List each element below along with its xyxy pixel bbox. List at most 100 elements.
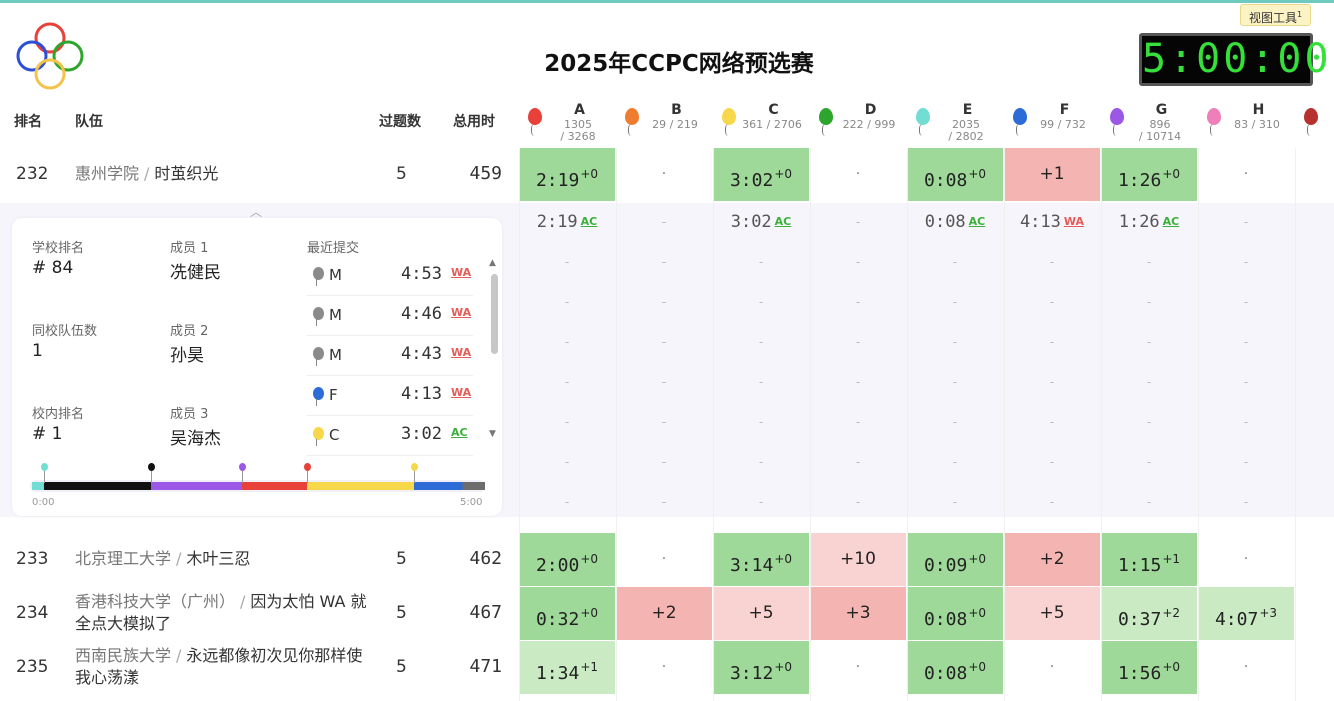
empty-placeholder: - <box>758 455 764 469</box>
empty-placeholder: - <box>1146 455 1152 469</box>
result-cell[interactable]: +3 <box>810 587 906 640</box>
problem-stat: 83 / 310 <box>1234 118 1280 131</box>
balloon-string-icon <box>1016 124 1024 136</box>
result-cell[interactable]: 0:09+0 <box>907 533 1003 586</box>
result-cell[interactable]: 1:34+1 <box>519 641 615 694</box>
timeline-pin-line <box>44 471 46 483</box>
balloon-string-icon <box>1210 124 1218 136</box>
detail-submission: 0:08 AC <box>907 202 1003 242</box>
header-solved[interactable]: 过题数 <box>379 100 421 146</box>
result-cell[interactable]: 0:08+0 <box>907 148 1003 201</box>
detail-verdict: AC <box>968 215 986 228</box>
result-cell[interactable]: 1:26+0 <box>1101 148 1197 201</box>
result-cell[interactable]: +10 <box>810 533 906 586</box>
scroll-down-arrow-icon[interactable]: ▼ <box>489 429 496 439</box>
solve-time: 1:15 <box>1117 555 1162 576</box>
header-penalty[interactable]: 总用时 <box>453 100 495 146</box>
empty-placeholder: - <box>1049 375 1055 389</box>
result-cell[interactable]: 2:19+0 <box>519 148 615 201</box>
timeline-balloon-icon <box>411 463 419 471</box>
try-count: +0 <box>968 552 987 566</box>
balloon-string-icon <box>822 124 830 136</box>
submissions-scrollbar[interactable] <box>491 274 498 354</box>
result-cell[interactable]: +1 <box>1004 148 1100 201</box>
submission-item[interactable]: M 4:53 WA <box>307 256 473 296</box>
result-cell[interactable]: +5 <box>713 587 809 640</box>
attempt-count: · <box>661 659 667 675</box>
submission-item[interactable]: M 4:46 WA <box>307 296 473 336</box>
team-cell[interactable]: 西南民族大学 / 永远都像初次见你那样使我心荡漾 <box>75 645 375 689</box>
problem-header-f[interactable]: F 99 / 732 <box>1004 100 1101 148</box>
try-count: +2 <box>1162 606 1181 620</box>
empty-placeholder: - <box>661 215 667 229</box>
problem-header-g[interactable]: G 896/ 10714 <box>1101 100 1198 148</box>
solved-cell: 5 <box>396 164 407 184</box>
detail-verdict: WA <box>1063 215 1085 228</box>
problem-header-extra[interactable] <box>1295 100 1334 148</box>
submission-problem: M <box>329 306 342 324</box>
result-cell[interactable]: 0:08+0 <box>907 587 1003 640</box>
solve-time: 0:32 <box>535 609 580 630</box>
solve-time: 3:12 <box>729 663 774 684</box>
header-rank[interactable]: 排名 <box>14 100 42 146</box>
view-tools-button[interactable]: 视图工具1 <box>1240 4 1312 26</box>
problem-header-h[interactable]: H 83 / 310 <box>1198 100 1295 148</box>
result-cell[interactable]: · <box>616 533 712 586</box>
result-cell[interactable]: 3:14+0 <box>713 533 809 586</box>
team-cell[interactable]: 惠州学院 / 时茧织光 <box>75 163 375 185</box>
problem-header-b[interactable]: B 29 / 219 <box>616 100 713 148</box>
result-cell[interactable]: · <box>1198 641 1294 694</box>
empty-placeholder: - <box>1146 415 1152 429</box>
header-team[interactable]: 队伍 <box>75 100 103 146</box>
result-cell[interactable]: · <box>616 641 712 694</box>
empty-placeholder: - <box>564 495 570 509</box>
result-cell[interactable]: · <box>810 641 906 694</box>
result-cell[interactable]: 0:32+0 <box>519 587 615 640</box>
problem-header-e[interactable]: E 2035/ 2802 <box>907 100 1004 148</box>
balloon-icon <box>1013 108 1027 125</box>
team-cell[interactable]: 北京理工大学 / 木叶三忍 <box>75 548 375 570</box>
empty-placeholder: - <box>758 335 764 349</box>
solve-time: 0:09 <box>923 555 968 576</box>
attempt-count: +10 <box>840 549 876 569</box>
balloon-string-icon <box>316 399 321 406</box>
submission-item[interactable]: F 4:13 WA <box>307 376 473 416</box>
result-cell[interactable]: 2:00+0 <box>519 533 615 586</box>
result-cell[interactable]: 1:56+0 <box>1101 641 1197 694</box>
result-cell[interactable]: · <box>616 148 712 201</box>
problem-stat: 99 / 732 <box>1040 118 1086 131</box>
penalty-cell: 467 <box>469 602 502 623</box>
team-cell[interactable]: 香港科技大学（广州） / 因为太怕 WA 就全点大模拟了 <box>75 591 375 635</box>
school-rank-label: 学校排名 <box>32 241 85 256</box>
result-cell[interactable]: +2 <box>1004 533 1100 586</box>
empty-placeholder: - <box>758 495 764 509</box>
result-cell[interactable]: 1:15+1 <box>1101 533 1197 586</box>
result-cell[interactable]: +5 <box>1004 587 1100 640</box>
balloon-icon <box>1304 108 1318 125</box>
problem-header-d[interactable]: D 222 / 999 <box>810 100 907 148</box>
empty-placeholder: - <box>952 375 958 389</box>
result-cell[interactable]: 0:08+0 <box>907 641 1003 694</box>
balloon-string-icon <box>316 279 321 286</box>
result-cell[interactable]: · <box>1198 148 1294 201</box>
attempt-count: +2 <box>1039 549 1065 569</box>
detail-submission: 2:19 AC <box>519 202 615 242</box>
scroll-up-arrow-icon[interactable]: ▲ <box>489 258 496 268</box>
result-cell[interactable]: · <box>1198 533 1294 586</box>
problem-header-c[interactable]: C 361 / 2706 <box>713 100 810 148</box>
solve-time: 0:08 <box>923 663 968 684</box>
result-cell[interactable]: +2 <box>616 587 712 640</box>
result-cell[interactable]: 3:02+0 <box>713 148 809 201</box>
school-rank-value: # 84 <box>32 258 74 278</box>
submission-item[interactable]: M 4:43 WA <box>307 336 473 376</box>
submission-item[interactable]: C 3:02 AC <box>307 416 473 456</box>
result-cell[interactable]: 0:37+2 <box>1101 587 1197 640</box>
result-cell[interactable]: 3:12+0 <box>713 641 809 694</box>
grid-line <box>907 148 908 701</box>
problem-header-a[interactable]: A 1305/ 3268 <box>519 100 616 148</box>
result-cell[interactable]: · <box>810 148 906 201</box>
grid-line <box>713 148 714 701</box>
result-cell[interactable]: · <box>1004 641 1100 694</box>
result-cell[interactable]: 4:07+3 <box>1198 587 1294 640</box>
empty-placeholder: - <box>855 335 861 349</box>
